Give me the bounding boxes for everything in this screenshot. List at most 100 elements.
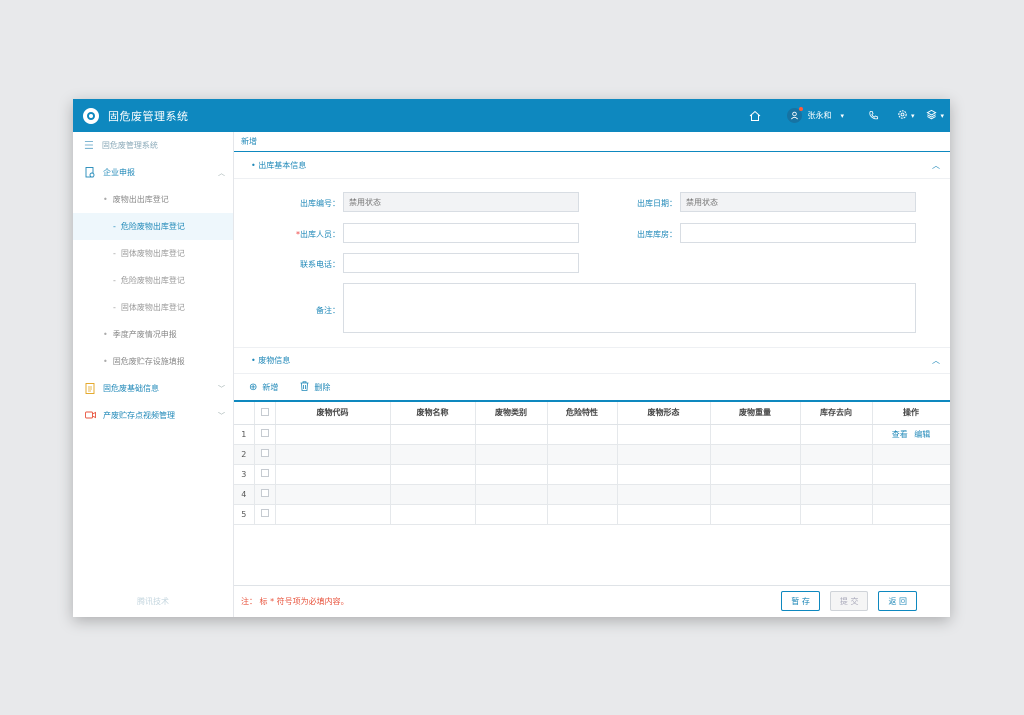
outbound-warehouse-input[interactable] [680, 223, 916, 243]
column-header: 废物形态 [617, 400, 711, 425]
tab-add[interactable]: 新增 [234, 136, 257, 147]
sidebar-item-label: 固危废贮存设施填报 [112, 357, 185, 366]
select-all-checkbox[interactable] [254, 400, 276, 425]
table-row: 2 [234, 444, 950, 465]
sidebar-item-label: 季度产废情况申报 [112, 330, 177, 339]
top-right-actions: 张永和 ▾ ▾ ▾ [749, 99, 950, 132]
sidebar-item-quarterly-report[interactable]: • 季度产废情况申报 [73, 321, 233, 348]
file-icon [85, 383, 95, 394]
outbound-form: 出库编号： 出库日期： *出库人员： 出库库房： 联系电话： 备注： [234, 179, 950, 347]
section-outbound-basic-info[interactable]: • 出库基本信息 ︿ [234, 152, 950, 179]
section-waste-info[interactable]: • 废物信息 ︿ [234, 347, 950, 374]
outbound-person-input[interactable] [343, 223, 579, 243]
outbound-date-input[interactable] [680, 192, 916, 212]
user-icon [787, 107, 804, 123]
video-icon [85, 410, 96, 421]
sidebar-item-label: 固体废物出库登记 [120, 303, 185, 312]
user-menu[interactable]: 张永和 ▾ [787, 107, 844, 123]
sidebar-group-enterprise-declaration[interactable]: 企业申报 ︿ [73, 159, 233, 186]
phone-icon[interactable] [868, 110, 879, 121]
layers-icon [926, 109, 938, 123]
menu-icon[interactable]: ☰ [84, 139, 94, 152]
main-content: 新增 • 出库基本信息 ︿ 出库编号： 出库日期： *出库人员： 出库库房： 联… [234, 132, 950, 617]
column-header: 危险特性 [547, 400, 618, 425]
sidebar-header-label: 固危废管理系统 [101, 141, 158, 150]
waste-table: 废物代码 废物名称 废物类别 危险特性 废物形态 废物重量 库存去向 操作 1 [234, 400, 950, 525]
remark-label: 备注： [316, 306, 340, 315]
row-checkbox[interactable] [254, 484, 276, 505]
plus-circle-icon: ⊕ [249, 381, 258, 393]
chevron-down-icon: ▾ [910, 111, 915, 120]
sidebar-item-label: 危险废物出库登记 [120, 222, 185, 231]
top-bar: 固危废管理系统 张永和 ▾ ▾ ▾ [73, 99, 950, 132]
settings-menu[interactable]: ▾ [897, 109, 915, 123]
sidebar-item-waste-outbound[interactable]: • 废物出出库登记 [73, 186, 233, 213]
sidebar: ☰ 固危废管理系统 企业申报 ︿ • 废物出出库登记 - 危险废物出库登记 - … [73, 132, 234, 617]
chevron-down-icon: ▾ [940, 111, 944, 120]
brand: 固危废管理系统 [83, 107, 189, 124]
outbound-date-label: 出库日期： [637, 199, 677, 208]
table-toolbar: ⊕ 新增 删除 [234, 374, 950, 400]
sidebar-header[interactable]: ☰ 固危废管理系统 [73, 132, 233, 159]
column-header: 库存去向 [800, 400, 873, 425]
view-link[interactable]: 查看 [892, 430, 908, 439]
save-draft-button[interactable]: 暂 存 [781, 591, 820, 611]
column-header: 废物代码 [275, 400, 391, 425]
sidebar-item-solid-outbound[interactable]: - 固体废物出库登记 [73, 240, 233, 267]
row-number: 1 [234, 424, 255, 445]
row-checkbox[interactable] [254, 444, 276, 465]
bullet-icon: • [103, 330, 108, 339]
sidebar-group-label: 固危废基础信息 [103, 384, 159, 393]
sidebar-item-solid-outbound-2[interactable]: - 固体废物出库登记 [73, 294, 233, 321]
column-header: 废物重量 [710, 400, 801, 425]
chevron-up-icon[interactable]: ︿ [932, 355, 940, 366]
column-header: 废物类别 [475, 400, 548, 425]
submit-button[interactable]: 提 交 [829, 591, 869, 611]
row-number: 5 [234, 504, 255, 525]
sidebar-item-label: 危险废物出库登记 [120, 276, 185, 285]
edit-link[interactable]: 编辑 [914, 430, 930, 439]
section-title: • 出库基本信息 [251, 160, 307, 170]
chevron-up-icon[interactable]: ︿ [932, 160, 940, 171]
table-row: 3 [234, 464, 950, 485]
footer-buttons: 暂 存 提 交 返 回 [771, 591, 917, 611]
sidebar-group-video[interactable]: 产废贮存点视频管理 ﹀ [73, 402, 233, 429]
tab-bar: 新增 [234, 132, 950, 152]
chevron-down-icon: ﹀ [218, 411, 225, 420]
sidebar-group-label: 企业申报 [103, 168, 135, 177]
chevron-up-icon: ︿ [218, 168, 225, 177]
row-number: 2 [234, 444, 255, 465]
home-icon[interactable] [749, 110, 761, 122]
sidebar-group-basic-info[interactable]: 固危废基础信息 ﹀ [73, 375, 233, 402]
bullet-icon: • [103, 195, 108, 204]
sidebar-footer: 腾讯技术 [137, 597, 169, 606]
sidebar-item-storage-facility[interactable]: • 固危废贮存设施填报 [73, 348, 233, 375]
outbound-code-input[interactable] [343, 192, 579, 212]
row-checkbox[interactable] [254, 424, 276, 445]
remark-textarea[interactable] [343, 283, 916, 333]
row-checkbox[interactable] [254, 504, 276, 525]
chevron-down-icon: ▾ [840, 111, 844, 120]
contact-phone-input[interactable] [343, 253, 579, 273]
sidebar-item-hazardous-outbound-2[interactable]: - 危险废物出库登记 [73, 267, 233, 294]
outbound-person-label: *出库人员： [296, 230, 340, 239]
chevron-down-icon: ﹀ [218, 384, 225, 393]
logo-icon [83, 107, 99, 124]
column-header: 废物名称 [390, 400, 476, 425]
delete-row-button[interactable]: 删除 [300, 380, 330, 394]
table-header-row: 废物代码 废物名称 废物类别 危险特性 废物形态 废物重量 库存去向 操作 [234, 400, 950, 425]
back-button[interactable]: 返 回 [878, 591, 917, 611]
trash-icon [300, 380, 309, 394]
contact-phone-label: 联系电话： [300, 260, 340, 269]
table-row: 5 [234, 504, 950, 525]
add-row-button[interactable]: ⊕ 新增 [249, 382, 278, 393]
required-note: 注： 标 * 符号项为必填内容。 [241, 597, 349, 606]
table-row: 4 [234, 484, 950, 505]
sidebar-item-label: 固体废物出库登记 [120, 249, 185, 258]
column-header: 操作 [872, 400, 950, 425]
sidebar-item-hazardous-outbound[interactable]: - 危险废物出库登记 [73, 213, 233, 240]
app-title: 固危废管理系统 [108, 109, 189, 123]
row-checkbox[interactable] [254, 464, 276, 485]
layers-menu[interactable]: ▾ [926, 109, 944, 123]
user-name: 张永和 [807, 111, 832, 120]
